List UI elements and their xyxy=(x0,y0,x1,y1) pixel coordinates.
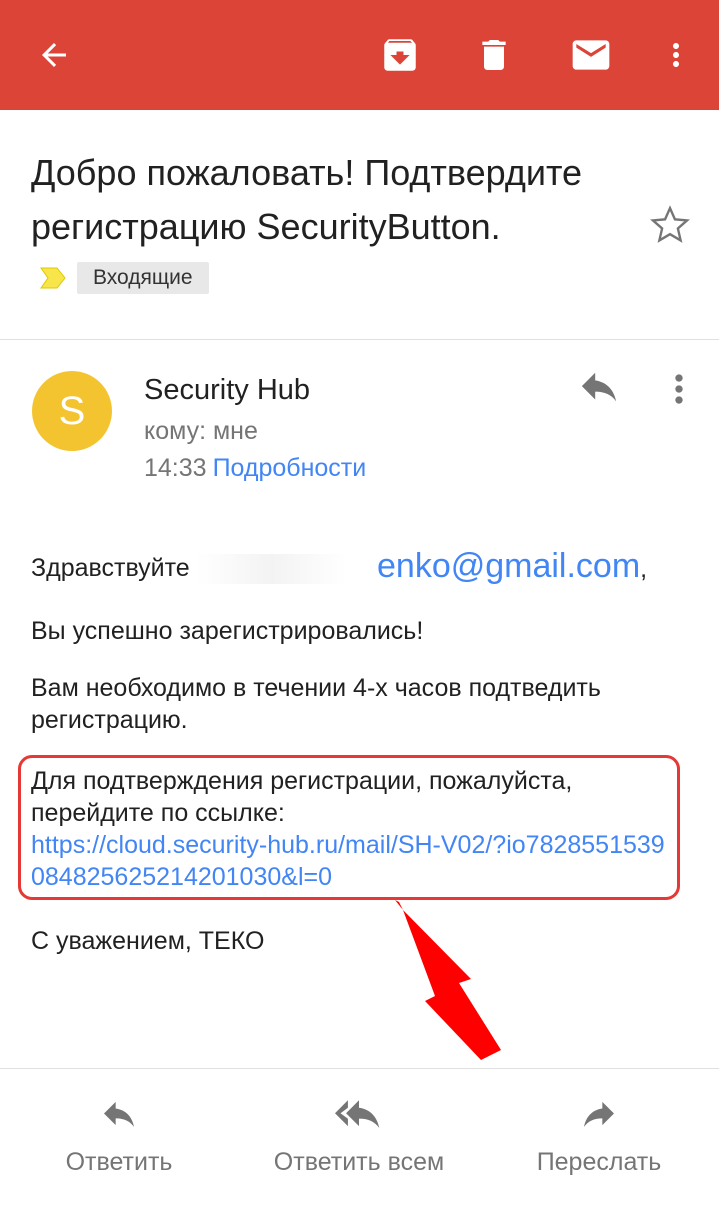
greeting-text: Здравствуйте xyxy=(31,554,190,582)
divider xyxy=(0,339,719,340)
reply-all-icon xyxy=(335,1100,380,1128)
subject-text: Добро пожаловать! Подтвердите регистраци… xyxy=(31,152,583,247)
important-marker-icon[interactable] xyxy=(39,266,67,290)
mail-icon[interactable] xyxy=(563,27,619,83)
email-address-text[interactable]: enko@gmail.com xyxy=(377,547,640,585)
details-link[interactable]: Подробности xyxy=(213,454,367,482)
forward-button[interactable]: Переслать xyxy=(524,1094,674,1177)
email-subject: Добро пожаловать! Подтвердите регистраци… xyxy=(31,146,651,308)
trash-icon[interactable] xyxy=(466,27,522,83)
greeting-line: Здравствуйте enko@gmail.com, xyxy=(31,547,691,585)
annotation-arrow-icon xyxy=(395,900,501,1060)
archive-icon[interactable] xyxy=(372,27,428,83)
reply-button[interactable]: Ответить xyxy=(56,1094,182,1177)
greeting-comma: , xyxy=(640,555,648,583)
subject-labels: Входящие xyxy=(39,262,209,295)
confirm-instruction: Для подтверждения регистрации, пожалуйст… xyxy=(31,767,573,827)
reply-label: Ответить xyxy=(65,1148,173,1176)
more-vert-icon[interactable] xyxy=(652,27,700,83)
forward-label: Переслать xyxy=(536,1148,662,1176)
confirm-url-link[interactable]: https://cloud.security-hub.ru/mail/SH-V0… xyxy=(31,829,671,893)
signature: С уважением, ТЕКО xyxy=(31,927,265,955)
message-time: 14:33 xyxy=(144,454,207,482)
reply-all-label: Ответить всем xyxy=(273,1148,445,1176)
sender-name: Security Hub xyxy=(144,374,311,406)
inbox-label-chip[interactable]: Входящие xyxy=(77,262,209,295)
confirm-paragraph: Для подтверждения регистрации, пожалуйст… xyxy=(31,765,671,893)
reply-icon[interactable] xyxy=(576,369,622,409)
blurred-email-mask xyxy=(196,554,347,585)
divider xyxy=(0,1068,719,1069)
success-paragraph: Вы успешно зарегистрировались! xyxy=(31,617,424,645)
reply-all-button[interactable]: Ответить всем xyxy=(258,1094,460,1177)
top-app-bar xyxy=(0,0,719,110)
forward-icon xyxy=(584,1101,614,1127)
sender-avatar[interactable]: S xyxy=(32,371,112,451)
star-icon[interactable] xyxy=(648,203,692,247)
email-address-link[interactable]: enko@gmail.com, xyxy=(377,546,647,589)
message-meta: 14:33 Подробности xyxy=(144,451,366,485)
reply-icon xyxy=(104,1101,134,1127)
recipient-line: кому: мне xyxy=(144,417,258,445)
confirm-deadline-paragraph: Вам необходимо в течении 4-х часов подтв… xyxy=(31,674,601,734)
arrow-left-icon[interactable] xyxy=(26,27,82,83)
more-vert-icon[interactable] xyxy=(665,367,693,411)
